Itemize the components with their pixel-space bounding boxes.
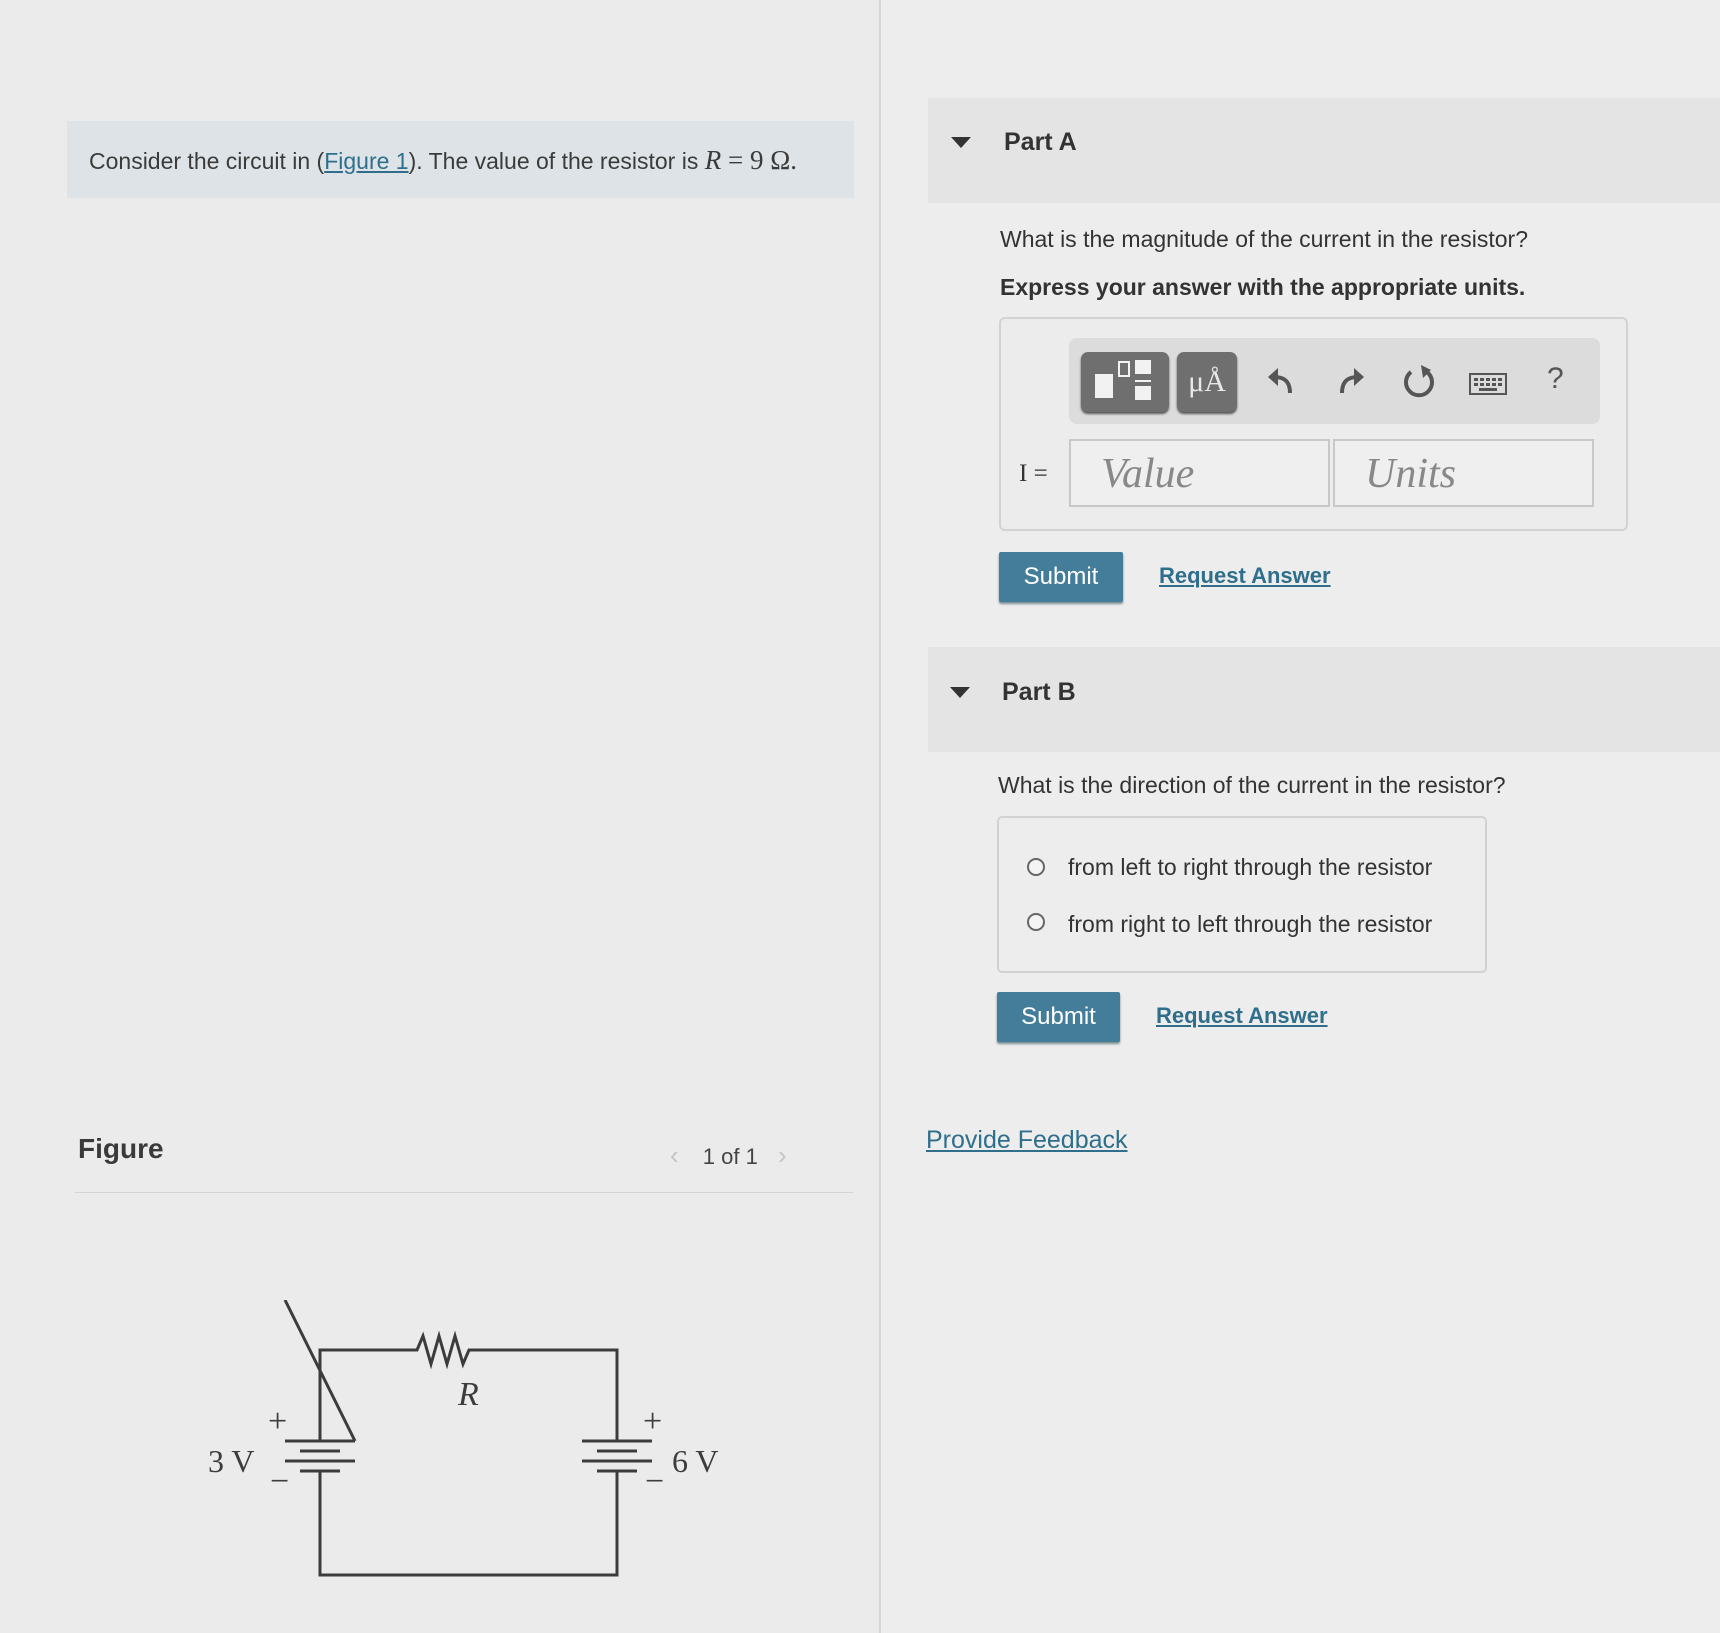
problem-middle: ). The value of the resistor is — [408, 148, 705, 174]
undo-icon[interactable] — [1266, 363, 1298, 399]
part-a-collapse-icon[interactable] — [951, 137, 971, 148]
option-left-to-right-label[interactable]: from left to right through the resistor — [1068, 854, 1432, 881]
provide-feedback-link[interactable]: Provide Feedback — [926, 1126, 1128, 1155]
left-minus-sign: − — [270, 1463, 289, 1500]
option-right-to-left-label[interactable]: from right to left through the resistor — [1068, 911, 1432, 938]
figure-pager: ‹ 1 of 1 › — [670, 1140, 787, 1171]
part-a-question: What is the magnitude of the current in … — [1000, 226, 1528, 252]
figure-title: Figure — [78, 1133, 164, 1164]
part-a-submit-button[interactable]: Submit — [999, 552, 1123, 602]
resistor-label: R — [457, 1376, 479, 1413]
part-a-request-answer-link[interactable]: Request Answer — [1159, 563, 1331, 589]
keyboard-icon[interactable] — [1469, 372, 1507, 396]
part-b-request-answer-link[interactable]: Request Answer — [1156, 1003, 1328, 1029]
units-button[interactable]: μÅ — [1177, 352, 1237, 412]
prev-figure-icon[interactable]: ‹ — [670, 1140, 679, 1170]
bottom-wire — [318, 1470, 619, 1577]
resistor-variable: R — [704, 145, 722, 175]
figure-page-count: 1 of 1 — [702, 1144, 758, 1169]
resistor-value: = 9 Ω. — [721, 145, 798, 175]
help-icon[interactable]: ? — [1547, 362, 1564, 396]
value-input[interactable]: Value — [1069, 439, 1330, 507]
problem-prefix: Consider the circuit in ( — [89, 148, 325, 174]
left-plus-sign: + — [268, 1403, 287, 1440]
right-source-label: 6 V — [672, 1443, 719, 1479]
figure-divider — [75, 1192, 853, 1193]
part-b-question: What is the direction of the current in … — [998, 772, 1506, 798]
reset-icon[interactable] — [1401, 362, 1437, 400]
templates-icon — [1095, 360, 1151, 400]
part-a-instruction: Express your answer with the appropriate… — [1000, 274, 1526, 300]
part-a-title: Part A — [1004, 128, 1077, 156]
current-label: I = — [1019, 460, 1048, 487]
left-source-label: 3 V — [208, 1443, 255, 1479]
templates-button[interactable] — [1081, 352, 1169, 412]
figure-link[interactable]: Figure 1 — [324, 148, 408, 174]
circuit-diagram: R 3 V 6 V + − + − — [208, 1300, 719, 1577]
right-plus-sign: + — [643, 1403, 662, 1440]
part-b-title: Part B — [1002, 678, 1076, 706]
next-figure-icon[interactable]: › — [778, 1140, 787, 1170]
right-minus-sign: − — [645, 1463, 664, 1500]
units-input[interactable]: Units — [1333, 439, 1594, 507]
radio-left-to-right[interactable] — [1027, 858, 1045, 876]
part-b-collapse-icon[interactable] — [950, 687, 970, 698]
options-box — [997, 816, 1487, 973]
radio-right-to-left[interactable] — [1027, 913, 1045, 931]
redo-icon[interactable] — [1334, 363, 1366, 399]
problem-statement: Consider the circuit in (Figure 1). The … — [67, 121, 854, 198]
part-b-submit-button[interactable]: Submit — [997, 992, 1120, 1042]
